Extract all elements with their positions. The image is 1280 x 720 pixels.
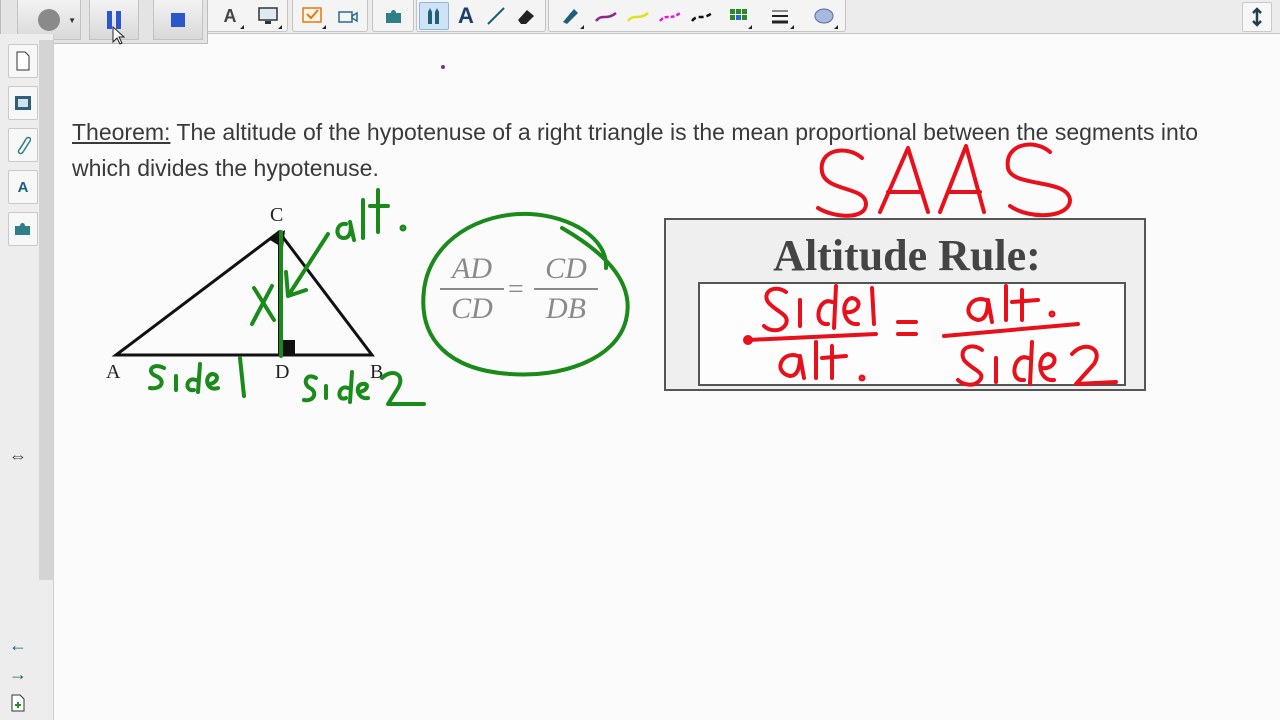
screen-capture-icon — [258, 7, 278, 24]
purple-pen-icon — [595, 11, 617, 22]
puzzle-icon — [386, 10, 401, 23]
vertex-label-b: B — [370, 361, 384, 383]
dropdown-corner-icon — [274, 25, 282, 29]
fill-icon — [814, 8, 834, 24]
stop-icon — [171, 12, 185, 27]
black-pen-icon — [691, 11, 713, 22]
properties-tab[interactable]: A — [8, 170, 38, 204]
toolbar-group-page: A — [206, 0, 288, 32]
gallery-tab[interactable] — [8, 86, 38, 120]
magenta-pen-icon — [659, 11, 681, 22]
move-sidebar-icon[interactable]: ⇔ — [8, 446, 28, 466]
table-icon — [730, 9, 747, 20]
smart-notebook-window: Theorem: The altitude of the hypotenuse … — [0, 0, 1280, 720]
camera-button[interactable] — [333, 2, 363, 30]
point-label-d: D — [275, 361, 290, 383]
paperclip-icon — [17, 136, 31, 155]
vertical-arrows-icon — [1252, 7, 1262, 27]
properties-icon: A — [17, 178, 29, 196]
sidebar-tabs: A — [8, 44, 38, 254]
numerator-cd: CD — [534, 252, 598, 290]
denominator-db: DB — [546, 292, 586, 325]
eraser-icon — [518, 10, 534, 24]
gallery-icon — [15, 96, 31, 110]
dropdown-corner-icon — [236, 25, 244, 29]
text-tool-icon: A — [223, 5, 237, 26]
purple-pen-button[interactable] — [591, 2, 621, 30]
mouse-cursor-icon — [112, 26, 126, 45]
toolbar-group-insert — [292, 0, 368, 32]
sidebar-scrollbar[interactable] — [39, 40, 53, 580]
dropdown-corner-icon — [830, 25, 838, 29]
page-icon — [16, 51, 30, 71]
text-icon: A — [458, 3, 474, 28]
vertex-label-c: C — [270, 204, 284, 226]
addons-button[interactable] — [379, 2, 409, 30]
fraction-cd-db: CD DB — [534, 252, 598, 328]
theorem-label: Theorem: — [72, 119, 171, 145]
record-icon — [38, 8, 60, 31]
black-pen-button[interactable] — [687, 2, 717, 30]
denominator-cd: CD — [451, 292, 493, 325]
pen-icon — [428, 8, 439, 24]
left-sidebar: A ⇔ ← → — [0, 34, 54, 720]
dropdown-corner-icon — [318, 25, 326, 29]
puzzle-icon — [15, 223, 30, 235]
altitude-rule-box[interactable]: Altitude Rule: — [664, 218, 1146, 391]
record-dropdown-icon[interactable]: ▼ — [68, 16, 76, 25]
mean-proportion-equation: AD CD = CD DB — [440, 252, 610, 342]
add-page-button[interactable] — [8, 694, 28, 714]
next-page-icon[interactable]: → — [8, 664, 28, 684]
dropdown-corner-icon — [786, 25, 794, 29]
magenta-pen-button[interactable] — [655, 2, 685, 30]
stop-button[interactable] — [153, 0, 203, 40]
eraser-button[interactable] — [511, 2, 541, 30]
color-grid-button[interactable] — [723, 2, 753, 30]
theorem-body: The altitude of the hypotenuse of a righ… — [72, 119, 1199, 181]
yellow-pen-icon — [627, 11, 649, 22]
checkmark-icon — [302, 7, 322, 23]
dropdown-corner-icon — [744, 25, 752, 29]
toolbar-group-draw: A — [416, 0, 546, 32]
dropdown-corner-icon — [576, 25, 584, 29]
theorem-text: Theorem: The altitude of the hypotenuse … — [72, 114, 1222, 186]
activity-button[interactable] — [297, 2, 327, 30]
page-sorter-tab[interactable] — [8, 44, 38, 78]
fill-button[interactable] — [809, 2, 839, 30]
attachments-tab[interactable] — [8, 128, 38, 162]
toolbar-toggle-button[interactable] — [1242, 2, 1272, 32]
line-icon — [487, 7, 505, 25]
toolbar-group-addons — [372, 0, 414, 32]
vertex-label-a: A — [106, 361, 121, 383]
text-tool-button[interactable]: A — [215, 2, 245, 30]
fraction-ad-cd: AD CD — [440, 252, 504, 328]
lines-button[interactable] — [481, 2, 511, 30]
screen-capture-button[interactable] — [253, 2, 283, 30]
line-style-button[interactable] — [765, 2, 795, 30]
equals-sign: = — [508, 274, 524, 305]
addons-tab[interactable] — [8, 212, 38, 246]
pens-button[interactable] — [419, 2, 449, 30]
numerator-ad: AD — [440, 252, 504, 290]
altitude-rule-title: Altitude Rule: — [773, 231, 1041, 280]
toolbar-group-properties — [548, 0, 846, 32]
add-page-icon — [11, 694, 25, 712]
text-button[interactable]: A — [451, 2, 481, 30]
previous-page-icon[interactable]: ← — [8, 635, 28, 655]
yellow-pen-button[interactable] — [623, 2, 653, 30]
pen-type-button[interactable] — [555, 2, 585, 30]
line-style-icon — [772, 10, 788, 24]
highlighter-icon — [563, 9, 578, 24]
camera-icon — [338, 11, 358, 23]
altitude-rule-answer-area[interactable] — [698, 282, 1126, 386]
